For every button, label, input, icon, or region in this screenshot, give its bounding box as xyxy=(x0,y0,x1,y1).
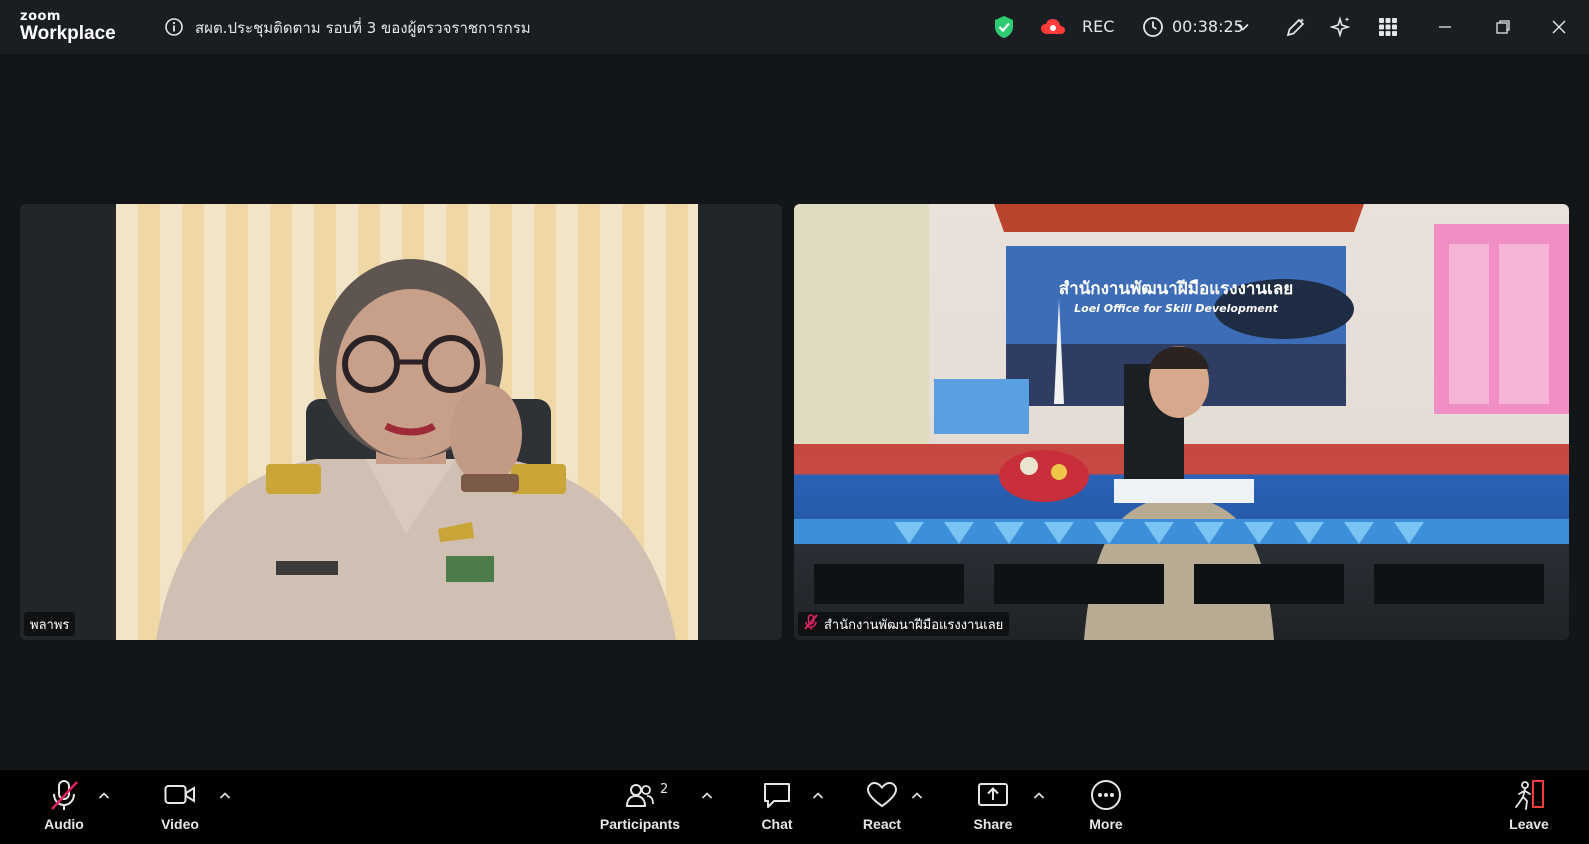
audio-button[interactable]: Audio xyxy=(19,778,109,832)
chat-bubble-icon xyxy=(760,778,794,812)
info-icon[interactable] xyxy=(164,17,184,37)
participants-count: 2 xyxy=(660,782,669,797)
chat-options-caret-icon[interactable] xyxy=(811,788,825,802)
participants-label: Participants xyxy=(599,816,681,832)
video-label: Video xyxy=(161,816,199,832)
share-label: Share xyxy=(973,816,1013,832)
participant-video-1 xyxy=(116,204,698,640)
participant-video-image-1 xyxy=(156,259,676,640)
audio-label: Audio xyxy=(44,816,84,832)
banner-english-text: Loei Office for Skill Development xyxy=(1074,302,1278,315)
participants-button[interactable]: Participants xyxy=(595,778,685,832)
recording-label[interactable]: REC xyxy=(1082,17,1114,36)
participant-video-2: สำนักงานพัฒนาฝีมือแรงงานเลย Loei Office … xyxy=(794,204,1569,640)
meeting-timer[interactable]: 00:38:25 xyxy=(1172,17,1244,36)
participants-options-caret-icon[interactable] xyxy=(700,788,714,802)
video-options-caret-icon[interactable] xyxy=(218,788,232,802)
clock-icon xyxy=(1140,14,1166,40)
share-screen-icon xyxy=(976,778,1010,812)
more-ellipsis-icon xyxy=(1089,778,1123,812)
more-button[interactable]: More xyxy=(1061,778,1151,832)
leave-label: Leave xyxy=(1509,816,1549,832)
shield-icon[interactable] xyxy=(991,14,1017,40)
microphone-muted-icon xyxy=(47,778,81,812)
logo-workplace-text: Workplace xyxy=(20,23,116,44)
ai-companion-sparkle-icon[interactable] xyxy=(1328,14,1354,40)
video-camera-icon xyxy=(163,778,197,812)
close-icon[interactable] xyxy=(1546,14,1572,40)
leave-door-icon xyxy=(1512,778,1546,812)
muted-mic-icon xyxy=(804,614,818,634)
react-options-caret-icon[interactable] xyxy=(910,788,924,802)
chevron-down-icon[interactable] xyxy=(1235,14,1251,40)
apps-grid-icon[interactable] xyxy=(1375,14,1401,40)
video-button[interactable]: Video xyxy=(135,778,225,832)
participants-icon xyxy=(623,778,657,812)
title-bar: zoom Workplace สผต.ประชุมติดตาม รอบที่ 3… xyxy=(0,0,1589,54)
meeting-toolbar: Audio Video Participants 2 Chat React Sh… xyxy=(0,770,1589,844)
cloud-recording-icon[interactable] xyxy=(1040,14,1066,40)
participant-video-image-2: สำนักงานพัฒนาฝีมือแรงงานเลย Loei Office … xyxy=(794,204,1569,640)
participant-name-1: พลาพร xyxy=(30,617,70,633)
chat-button[interactable]: Chat xyxy=(732,778,822,832)
meeting-title: สผต.ประชุมติดตาม รอบที่ 3 ของผู้ตรวจราชก… xyxy=(195,19,531,37)
audio-options-caret-icon[interactable] xyxy=(97,788,111,802)
heart-icon xyxy=(865,778,899,812)
participant-name-tag-1: พลาพร xyxy=(24,612,76,636)
share-button[interactable]: Share xyxy=(948,778,1038,832)
share-options-caret-icon[interactable] xyxy=(1032,788,1046,802)
annotate-pen-icon[interactable] xyxy=(1283,14,1309,40)
participant-tile-2[interactable]: สำนักงานพัฒนาฝีมือแรงงานเลย Loei Office … xyxy=(794,204,1569,640)
zoom-workplace-logo: zoom Workplace xyxy=(20,10,116,43)
participant-name-tag-2: สำนักงานพัฒนาฝีมือแรงงานเลย xyxy=(798,612,1010,636)
minimize-icon[interactable] xyxy=(1432,14,1458,40)
participant-name-2: สำนักงานพัฒนาฝีมือแรงงานเลย xyxy=(824,617,1004,633)
more-label: More xyxy=(1089,816,1123,832)
react-label: React xyxy=(862,816,902,832)
restore-icon[interactable] xyxy=(1490,14,1516,40)
leave-button[interactable]: Leave xyxy=(1484,778,1574,832)
logo-zoom-text: zoom xyxy=(20,9,61,24)
react-button[interactable]: React xyxy=(837,778,927,832)
participant-tile-1[interactable]: พลาพร xyxy=(20,204,782,640)
banner-thai-text: สำนักงานพัฒนาฝีมือแรงงานเลย xyxy=(1059,278,1293,299)
chat-label: Chat xyxy=(761,816,793,832)
